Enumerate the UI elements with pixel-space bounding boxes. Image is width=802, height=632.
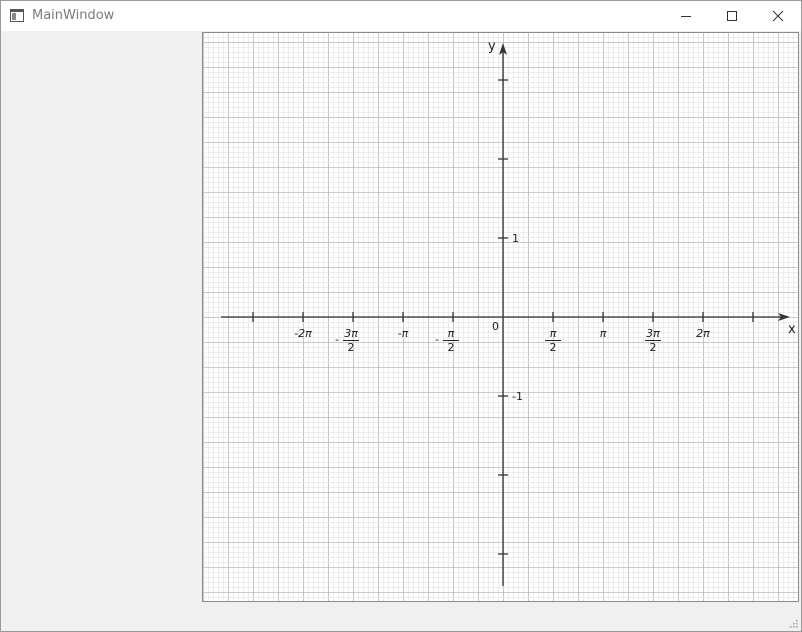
- x-tick-label-denominator: 2: [447, 341, 454, 354]
- minimize-button[interactable]: [663, 1, 709, 31]
- x-axis-label: x: [788, 322, 796, 337]
- title-bar[interactable]: MainWindow: [1, 1, 801, 31]
- x-tick-label: 2π: [696, 327, 710, 340]
- origin-label: 0: [492, 320, 499, 333]
- x-tick-label: π: [600, 327, 607, 340]
- app-window-icon: [10, 9, 24, 22]
- y-axis-label: y: [488, 39, 496, 54]
- graph-canvas[interactable]: x y 0 -2π -3π 2 -π - π 2 π 2 π 3π 2 2π 1 -1: [202, 32, 799, 602]
- client-area: x y 0 -2π -3π 2 -π - π 2 π 2 π 3π 2 2π 1 -1: [1, 31, 801, 631]
- x-tick-label-numerator: π: [448, 327, 455, 340]
- x-tick-label-numerator: 3π: [646, 327, 660, 340]
- x-tick-label: -π: [398, 327, 409, 340]
- x-tick-label-denominator: 2: [348, 341, 355, 354]
- maximize-button[interactable]: [709, 1, 755, 31]
- size-grip-icon[interactable]: [788, 618, 798, 628]
- x-tick-label-numerator: π: [550, 327, 557, 340]
- x-tick-label-numerator: 3π: [344, 327, 358, 340]
- close-button[interactable]: [755, 1, 801, 31]
- x-tick-label-sign: -: [435, 333, 439, 346]
- minimize-icon: [681, 16, 691, 17]
- x-tick-label-denominator: 2: [649, 341, 656, 354]
- x-tick-label-sign: -: [335, 333, 339, 346]
- maximize-icon: [727, 11, 737, 21]
- y-tick-label: -1: [512, 390, 523, 403]
- graph-svg: xy0-2π -3π2-π - π2π2π 3π22π1-1: [203, 33, 798, 601]
- x-tick-label: -2π: [294, 327, 312, 340]
- x-tick-label-denominator: 2: [550, 341, 557, 354]
- main-window: MainWindow x y 0 -2π -3π 2 -π - π 2 π 2 π 3π 2 2π 1 -1: [0, 0, 802, 632]
- window-title: MainWindow: [32, 8, 115, 23]
- y-tick-label: 1: [512, 232, 519, 245]
- close-icon: [772, 10, 784, 22]
